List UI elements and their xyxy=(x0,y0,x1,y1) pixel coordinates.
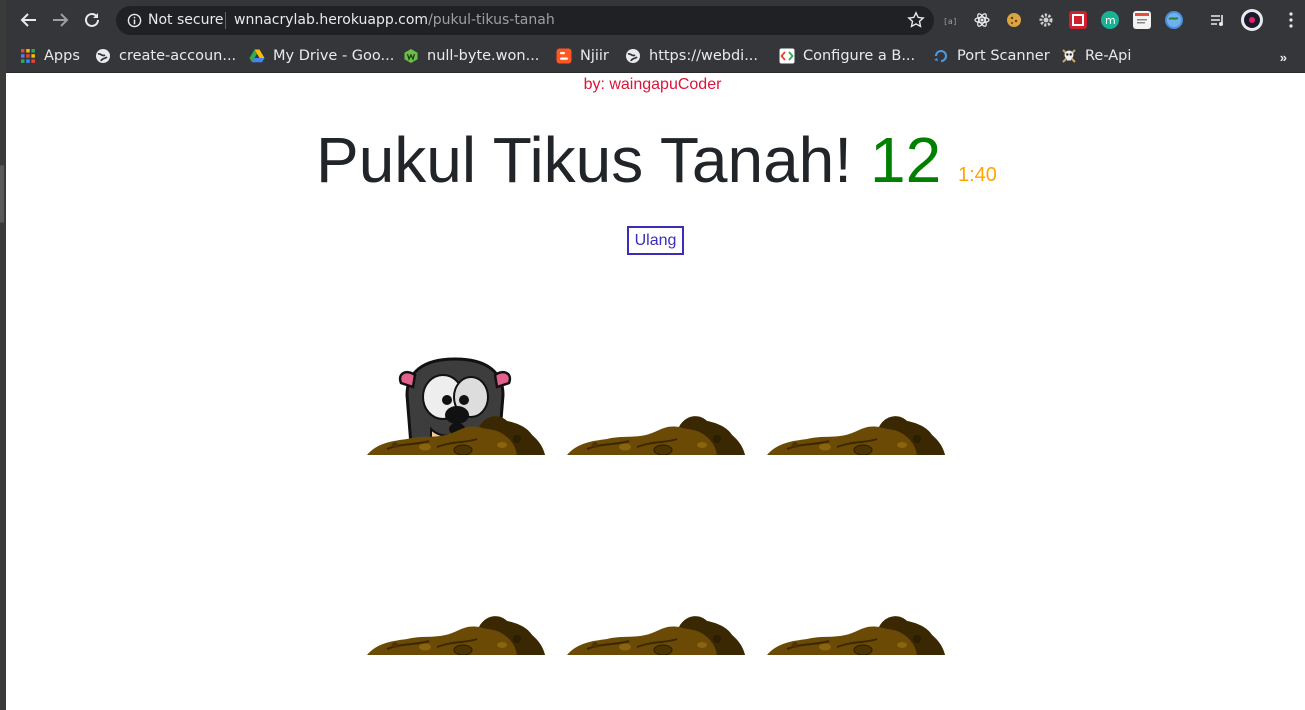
dirt-mound-icon xyxy=(767,616,945,655)
browser-toolbar: Not secure wnnacrylab.herokuapp.com/puku… xyxy=(6,0,1305,40)
bookmark-label: Re-Api xyxy=(1085,48,1132,64)
bookmark-create-account[interactable]: create-accoun... xyxy=(95,46,236,66)
bookmark-configure[interactable]: Configure a B... xyxy=(779,46,915,66)
resize-handle[interactable] xyxy=(0,165,4,223)
url-text[interactable]: wnnacrylab.herokuapp.com/pukul-tikus-tan… xyxy=(234,12,555,28)
url-host: wnnacrylab.herokuapp.com xyxy=(234,12,429,28)
extension-red-icon[interactable] xyxy=(1069,11,1087,29)
dirt-mound-icon xyxy=(567,616,745,655)
extension-globe-icon[interactable] xyxy=(1165,11,1183,29)
dirt-mound-icon xyxy=(767,416,945,455)
forward-button[interactable] xyxy=(49,9,71,31)
omnibox-divider xyxy=(225,12,226,29)
dirt-mound-icon xyxy=(367,616,545,655)
bookmark-re-api[interactable]: Re-Api xyxy=(1061,46,1131,66)
bookmarks-overflow-button[interactable]: » xyxy=(1280,50,1287,65)
google-drive-icon xyxy=(249,49,265,63)
svg-text:[a]: [a] xyxy=(943,17,957,26)
back-button[interactable] xyxy=(18,9,40,31)
apps-grid-icon xyxy=(21,49,35,63)
globe-icon xyxy=(626,49,640,63)
bookmark-label: Apps xyxy=(44,48,80,64)
extension-m-icon[interactable]: m xyxy=(1101,11,1119,29)
bookmark-label: My Drive - Goo... xyxy=(273,48,395,64)
forward-arrow-icon xyxy=(53,13,69,27)
menu-kebab-icon[interactable] xyxy=(1282,11,1300,29)
mole-hole[interactable] xyxy=(367,355,545,455)
media-control-icon[interactable] xyxy=(1209,11,1227,29)
info-icon[interactable] xyxy=(127,13,142,28)
bookmark-webdi[interactable]: https://webdi... xyxy=(625,46,758,66)
back-arrow-icon xyxy=(20,13,36,27)
code-icon xyxy=(779,48,795,64)
bookmark-port-scanner[interactable]: Port Scanner xyxy=(933,46,1050,66)
globe-icon xyxy=(96,49,110,63)
countdown-timer: 1:40 xyxy=(958,164,997,186)
port-scanner-icon xyxy=(934,50,947,62)
bookmark-njiir[interactable]: Njiir xyxy=(556,46,609,66)
mole-hole[interactable] xyxy=(767,555,945,655)
bookmark-label: Configure a B... xyxy=(803,48,916,64)
reload-button[interactable] xyxy=(81,9,103,31)
bookmark-label: create-accoun... xyxy=(119,48,237,64)
mole-hole[interactable] xyxy=(567,355,745,455)
extension-gear-icon[interactable] xyxy=(1037,11,1055,29)
url-path: /pukul-tikus-tanah xyxy=(428,12,555,28)
reload-icon xyxy=(85,12,99,27)
reset-button[interactable]: Ulang xyxy=(627,226,684,255)
bookmark-label: Port Scanner xyxy=(957,48,1050,64)
bookmark-my-drive[interactable]: My Drive - Goo... xyxy=(249,46,394,66)
window-edge xyxy=(0,0,6,710)
extension-notes-icon[interactable] xyxy=(1133,11,1151,29)
mole-hole[interactable] xyxy=(367,555,545,655)
extension-react-icon[interactable] xyxy=(973,11,991,29)
mole-hole[interactable] xyxy=(767,355,945,455)
extension-cookie-icon[interactable] xyxy=(1005,11,1023,29)
address-bar[interactable]: Not secure wnnacrylab.herokuapp.com/puku… xyxy=(116,6,934,35)
skull-icon xyxy=(1062,49,1076,63)
profile-avatar[interactable] xyxy=(1241,9,1263,31)
extension-wappalyzer-icon[interactable]: [a] xyxy=(941,11,959,29)
bookmark-null-byte[interactable]: null-byte.won... xyxy=(403,46,539,66)
svg-text:m: m xyxy=(1105,14,1116,27)
bookmark-label: null-byte.won... xyxy=(427,48,540,64)
bookmarks-bar: Apps create-accoun... My Drive - Goo... … xyxy=(6,40,1305,73)
author-credit: by: waingapuCoder xyxy=(583,76,722,93)
security-label[interactable]: Not secure xyxy=(148,12,224,28)
score-counter: 12 xyxy=(870,124,942,196)
bookmark-label: Njiir xyxy=(580,48,609,64)
game-title: Pukul Tikus Tanah! xyxy=(316,124,853,196)
bookmark-apps[interactable]: Apps xyxy=(20,46,80,66)
mole-hole[interactable] xyxy=(567,555,745,655)
blogger-icon xyxy=(556,48,572,64)
wonderhowto-icon xyxy=(404,49,418,63)
bookmark-star-icon[interactable] xyxy=(907,11,925,29)
dirt-mound-icon xyxy=(567,416,745,455)
bookmark-label: https://webdi... xyxy=(649,48,759,64)
